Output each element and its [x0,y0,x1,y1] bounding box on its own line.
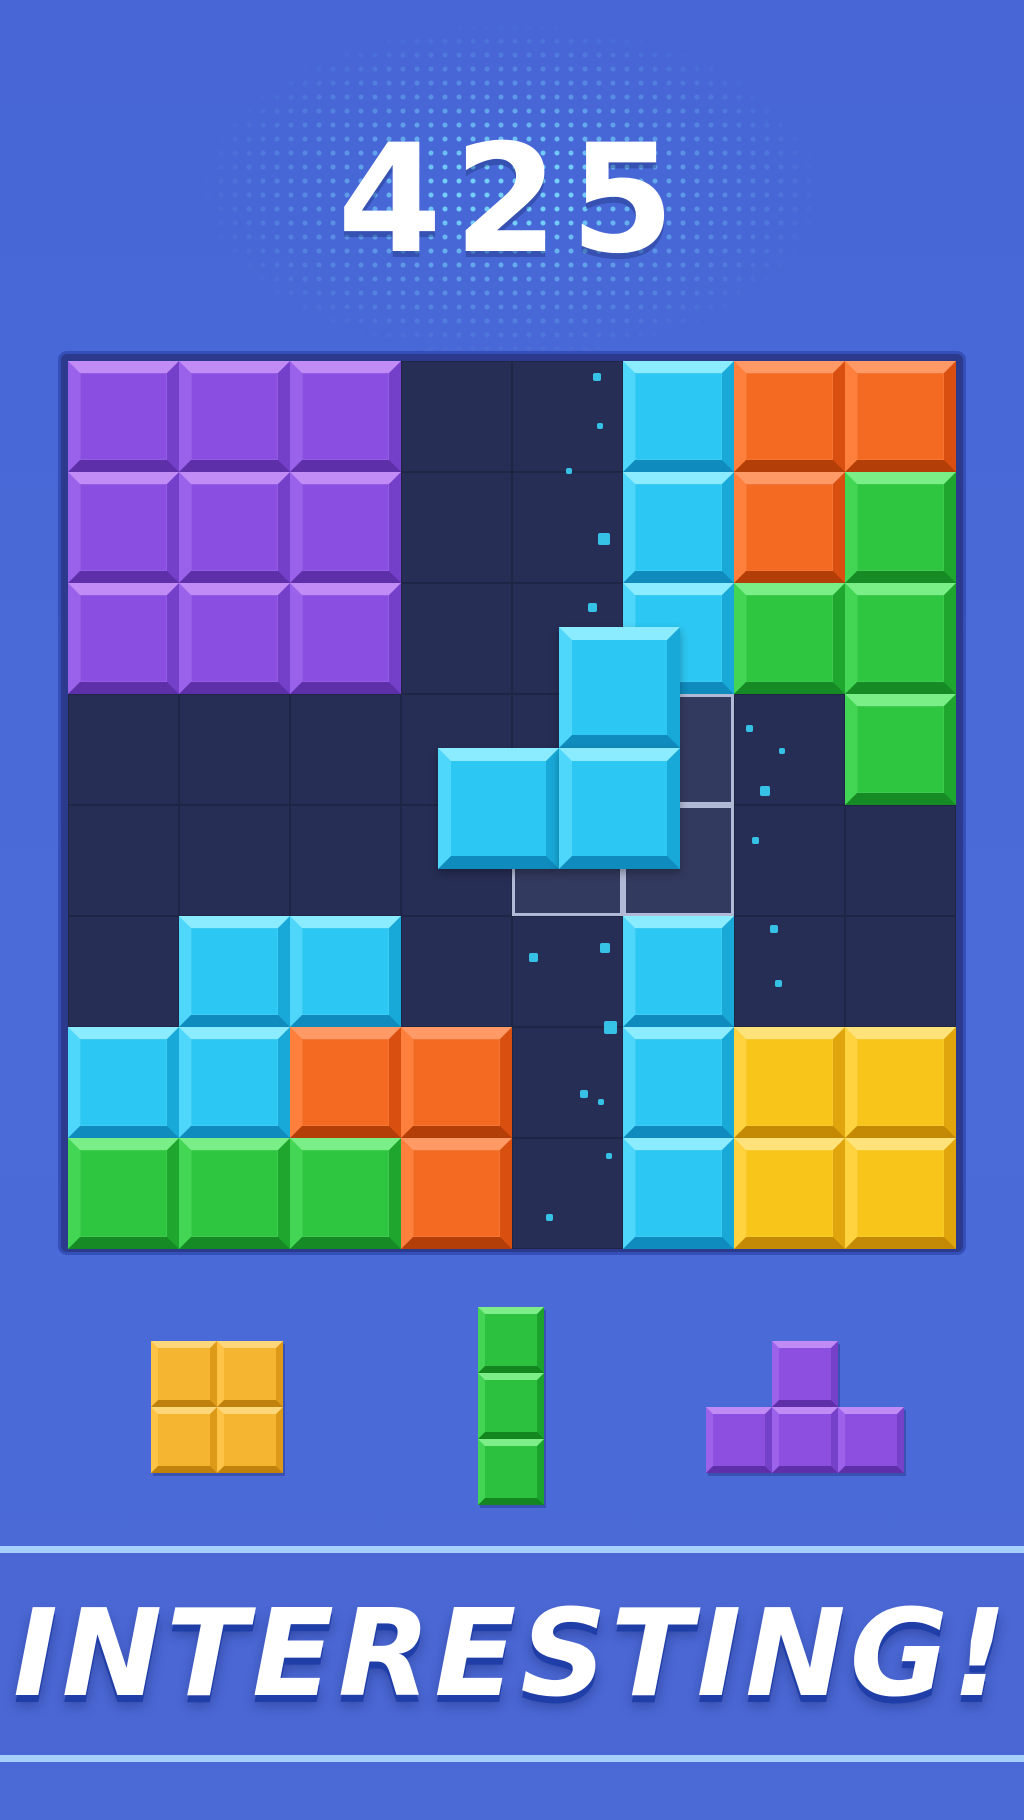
sparkle-particle [597,423,603,429]
block-yellow [734,1027,845,1138]
tray-block-yellow [151,1407,217,1473]
block-green [845,472,956,583]
board-cell-empty[interactable] [401,916,512,1027]
dragging-block-cyan [559,627,680,748]
board-cell-empty[interactable] [401,361,512,472]
sparkle-particle [546,1214,553,1221]
block-cyan [623,916,734,1027]
block-purple [68,361,179,472]
tray-block-green [478,1373,544,1439]
sparkle-particle [598,533,610,545]
sparkle-particle [604,1021,617,1034]
block-yellow [845,1138,956,1249]
block-green [179,1138,290,1249]
sparkle-particle [760,786,770,796]
tray-block-purple [706,1407,772,1473]
score-display: 425 [337,113,687,287]
dragging-block-cyan [559,748,680,869]
block-purple [290,472,401,583]
tray-block-purple [838,1407,904,1473]
board-cell-empty[interactable] [68,805,179,916]
tray-block-yellow [217,1407,283,1473]
block-green [845,583,956,694]
tray-piece-line-green[interactable] [478,1307,544,1505]
sparkle-particle [770,925,778,933]
block-orange [401,1138,512,1249]
board-cell-empty[interactable] [179,694,290,805]
board-cell-empty[interactable] [290,694,401,805]
sparkle-particle [775,980,782,987]
block-orange [845,361,956,472]
block-orange [734,472,845,583]
sparkle-particle [580,1090,588,1098]
block-purple [68,472,179,583]
board-cell-empty[interactable] [401,472,512,583]
tray-block-purple [772,1407,838,1473]
dragging-piece[interactable] [438,627,680,869]
dragging-block-cyan [438,748,559,869]
sparkle-particle [598,1099,604,1105]
block-yellow [845,1027,956,1138]
block-purple [179,472,290,583]
sparkle-particle [593,373,601,381]
block-cyan [290,916,401,1027]
tray-block-purple [772,1341,838,1407]
block-orange [401,1027,512,1138]
sparkle-particle [588,603,597,612]
board-cell-empty[interactable] [734,694,845,805]
sparkle-particle [746,725,753,732]
block-cyan [623,1027,734,1138]
sparkle-particle [566,468,572,474]
tray-block-yellow [151,1341,217,1407]
board-cell-empty[interactable] [512,1027,623,1138]
board-cell-empty[interactable] [68,916,179,1027]
tray-block-yellow [217,1341,283,1407]
block-purple [179,361,290,472]
block-purple [290,583,401,694]
sparkle-particle [529,953,538,962]
board-cell-empty[interactable] [845,805,956,916]
tray-block-green [478,1439,544,1505]
board-cell-empty[interactable] [512,472,623,583]
block-orange [290,1027,401,1138]
block-cyan [623,472,734,583]
block-cyan [68,1027,179,1138]
board-cell-empty[interactable] [512,361,623,472]
board-cell-empty[interactable] [734,805,845,916]
sparkle-particle [600,943,610,953]
block-purple [179,583,290,694]
board-cell-empty[interactable] [845,916,956,1027]
sparkle-particle [606,1153,612,1159]
board-cell-empty[interactable] [68,694,179,805]
board-cell-empty[interactable] [734,916,845,1027]
sparkle-particle [779,748,785,754]
board-cell-empty[interactable] [179,805,290,916]
block-cyan [179,1027,290,1138]
block-green [290,1138,401,1249]
sparkle-particle [752,837,759,844]
block-yellow [734,1138,845,1249]
block-cyan [179,916,290,1027]
block-orange [734,361,845,472]
block-green [845,694,956,805]
board-cell-empty[interactable] [512,916,623,1027]
block-purple [68,583,179,694]
block-purple [290,361,401,472]
block-green [734,583,845,694]
banner-text: INTERESTING! [13,1585,1011,1724]
block-cyan [623,1138,734,1249]
tray-block-green [478,1307,544,1373]
tray-piece-t-purple[interactable] [706,1341,904,1473]
block-cyan [623,361,734,472]
board-cell-empty[interactable] [290,805,401,916]
tray-piece-square-yellow[interactable] [151,1341,283,1473]
block-green [68,1138,179,1249]
